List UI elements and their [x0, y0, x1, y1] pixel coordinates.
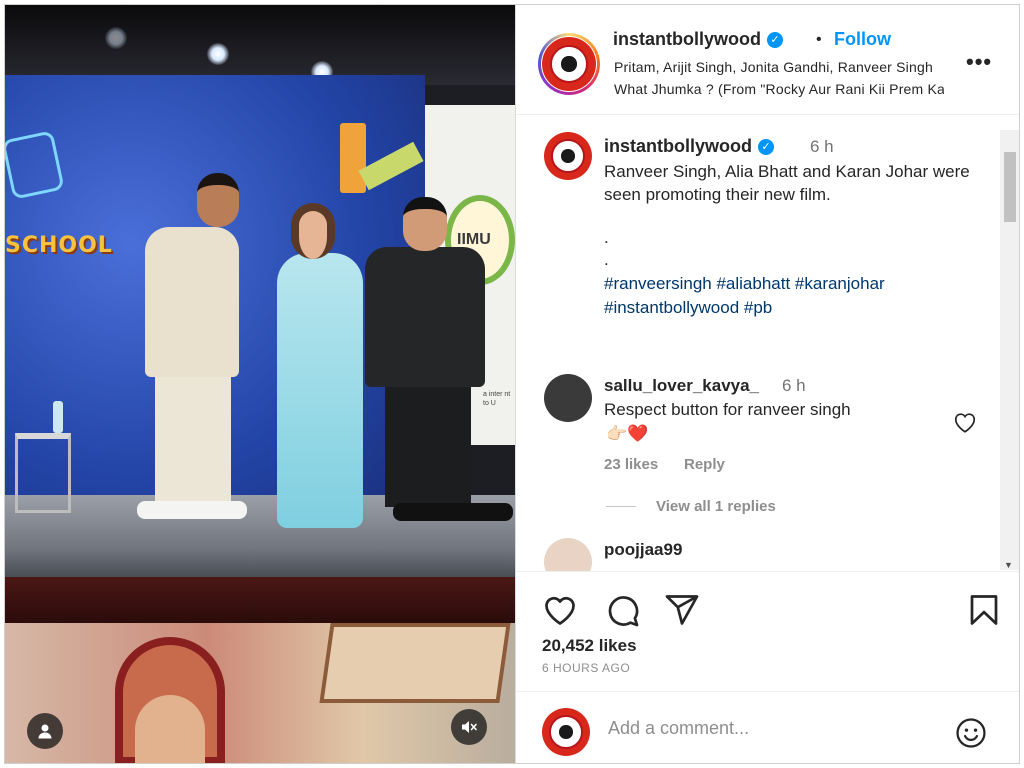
- post-timestamp[interactable]: 6 HOURS AGO: [542, 661, 630, 675]
- person-1-shoes: [137, 501, 247, 519]
- banner-small-text: a inter nt to U: [483, 391, 511, 407]
- stage-lighting-rig: [5, 5, 515, 85]
- avatar: [542, 708, 590, 756]
- view-replies-button[interactable]: View all 1 replies: [656, 498, 776, 515]
- comment-emoji: 👉🏻❤️: [606, 424, 649, 443]
- audio-track-link[interactable]: What Jhumka ? (From "Rocky Aur Rani Kii …: [614, 81, 944, 97]
- mute-icon: [462, 721, 477, 733]
- mural-dancer-face: [135, 695, 205, 763]
- verified-icon: ✓: [758, 139, 774, 155]
- person-3-jacket: [365, 247, 485, 387]
- comment-like-button[interactable]: [952, 410, 978, 434]
- more-options-button[interactable]: •••: [966, 49, 992, 75]
- comment-username[interactable]: poojjaa99: [604, 540, 682, 560]
- stage-light: [105, 27, 127, 49]
- instagram-post-modal: SCHOOL IIMU a inter nt to U instantbolly…: [4, 4, 1020, 764]
- post-actions: 20,452 likes 6 HOURS AGO: [516, 571, 1019, 691]
- more-icon: •••: [966, 49, 993, 74]
- stage-stool: [15, 433, 71, 513]
- author-username[interactable]: instantbollywood ✓: [613, 29, 783, 50]
- emoji-picker-button[interactable]: [954, 716, 988, 750]
- verified-icon: ✓: [767, 32, 783, 48]
- caption-username-text[interactable]: instantbollywood: [604, 136, 752, 156]
- avatar[interactable]: [544, 132, 592, 180]
- user-tag-icon: [38, 724, 52, 739]
- caption-hashtags[interactable]: #ranveersingh #aliabhatt #karanjohar #in…: [604, 272, 984, 320]
- comment-button[interactable]: [604, 592, 640, 628]
- heart-icon: [545, 596, 575, 625]
- backdrop-text: SCHOOL: [5, 233, 113, 258]
- person-3-legs: [385, 381, 471, 507]
- person-2-head: [291, 203, 335, 259]
- caption-username[interactable]: instantbollywood ✓: [604, 136, 774, 157]
- post-like-count[interactable]: 20,452 likes: [542, 636, 637, 656]
- caption-text: Ranveer Singh, Alia Bhatt and Karan Joha…: [604, 162, 970, 204]
- separator-dot: •: [816, 31, 822, 48]
- like-button[interactable]: [542, 592, 578, 628]
- comment-reply-button[interactable]: Reply: [684, 456, 725, 473]
- avatar[interactable]: [544, 538, 592, 571]
- post-header: instantbollywood ✓ • Follow Pritam, Ariji…: [516, 5, 1019, 115]
- user-tag-button[interactable]: [27, 713, 63, 749]
- audio-artists-link[interactable]: Pritam, Arijit Singh, Jonita Gandhi, Ran…: [614, 59, 944, 75]
- comment-username[interactable]: sallu_lover_kavya_: [604, 376, 759, 396]
- follow-button[interactable]: Follow: [834, 29, 891, 50]
- add-comment-input[interactable]: [608, 718, 928, 739]
- bookmark-icon: [970, 595, 998, 625]
- person-1-legs: [155, 365, 231, 505]
- post-side-panel: instantbollywood ✓ • Follow Pritam, Ariji…: [515, 5, 1019, 763]
- caption-dot: .: [604, 228, 609, 247]
- caption-dot: .: [604, 250, 609, 269]
- add-comment-bar: [516, 691, 1019, 763]
- mural-sign: [319, 623, 511, 703]
- post-media[interactable]: SCHOOL IIMU a inter nt to U: [5, 5, 515, 763]
- person-1-jacket: [145, 227, 239, 377]
- comment-text: Respect button for ranveer singh: [604, 400, 851, 419]
- person-2-saree: [277, 253, 363, 528]
- stage-light: [207, 43, 229, 65]
- save-button[interactable]: [966, 592, 1002, 628]
- caption-timestamp: 6 h: [810, 137, 834, 156]
- person-3-head: [403, 197, 447, 251]
- backdrop-pencil-graphic: [340, 123, 366, 193]
- emoji-icon: [956, 718, 986, 748]
- share-button[interactable]: [664, 592, 700, 628]
- replies-divider: [606, 506, 636, 507]
- share-icon: [665, 595, 699, 625]
- scroll-down-arrow[interactable]: ▼: [1004, 560, 1013, 570]
- comment-timestamp: 6 h: [782, 376, 806, 395]
- comments-section[interactable]: instantbollywood ✓ 6 h Ranveer Singh, Ali…: [516, 116, 1019, 571]
- water-bottle: [53, 401, 63, 433]
- heart-icon: [954, 413, 976, 433]
- stage-edge: [5, 577, 515, 623]
- comment-icon: [608, 596, 639, 627]
- person-1-head: [197, 173, 239, 227]
- author-username-text[interactable]: instantbollywood: [613, 29, 761, 49]
- person-3-shoes: [393, 503, 513, 521]
- comment-like-count[interactable]: 23 likes: [604, 456, 658, 473]
- avatar[interactable]: [542, 37, 596, 91]
- comments-scrollbar[interactable]: ▼: [1000, 130, 1019, 570]
- avatar[interactable]: [544, 374, 592, 422]
- scrollbar-thumb[interactable]: [1004, 152, 1016, 222]
- mute-button[interactable]: [451, 709, 487, 745]
